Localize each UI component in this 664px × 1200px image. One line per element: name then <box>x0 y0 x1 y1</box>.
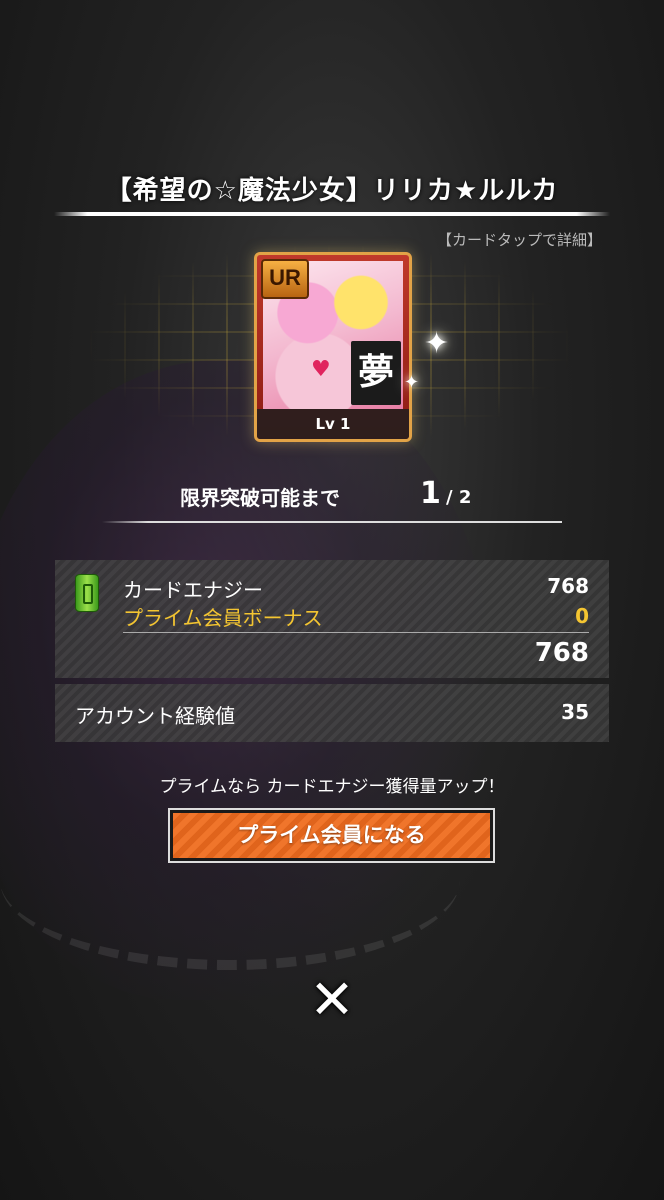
card-title: 【希望の☆魔法少女】リリカ★ルルカ <box>105 176 559 206</box>
become-prime-label: プライム会員になる <box>173 813 490 858</box>
account-exp-label: アカウント経験値 <box>75 704 235 728</box>
card-energy-value: 768 <box>547 574 589 598</box>
card-energy-panel: カードエナジー 768 プライム会員ボーナス 0 768 <box>55 560 609 678</box>
card-energy-total: 768 <box>534 638 589 668</box>
card-detail-hint: 【カードタップで詳細】 <box>436 231 602 249</box>
energy-divider <box>123 632 589 633</box>
prime-promo-note: プライムなら カードエナジー獲得量アップ！ <box>159 777 505 797</box>
limit-break-current: 1 <box>420 476 441 511</box>
card-level: Lv 1 <box>257 409 409 439</box>
limit-break-max: / 2 <box>446 487 472 508</box>
account-exp-value: 35 <box>561 700 589 724</box>
limit-break-divider <box>102 521 562 523</box>
energy-can-icon <box>75 574 99 612</box>
attribute-badge: 夢 <box>351 341 401 405</box>
heart-icon: ♥ <box>311 357 331 382</box>
rarity-badge: UR <box>261 259 309 299</box>
limit-break-label: 限界突破可能まで <box>180 486 340 510</box>
account-exp-panel: アカウント経験値 35 <box>55 684 609 742</box>
sparkle-icon: ✦ <box>424 326 450 361</box>
title-divider <box>54 212 610 216</box>
card-energy-label: カードエナジー <box>123 578 263 602</box>
close-icon[interactable]: ✕ <box>305 970 359 1030</box>
prime-bonus-value: 0 <box>575 604 589 628</box>
sparkle-icon: ✦ <box>404 372 420 393</box>
prime-bonus-label: プライム会員ボーナス <box>123 606 323 630</box>
card-thumbnail[interactable]: ♥ UR 夢 Lv 1 <box>254 252 412 442</box>
become-prime-button[interactable]: プライム会員になる <box>168 808 495 863</box>
